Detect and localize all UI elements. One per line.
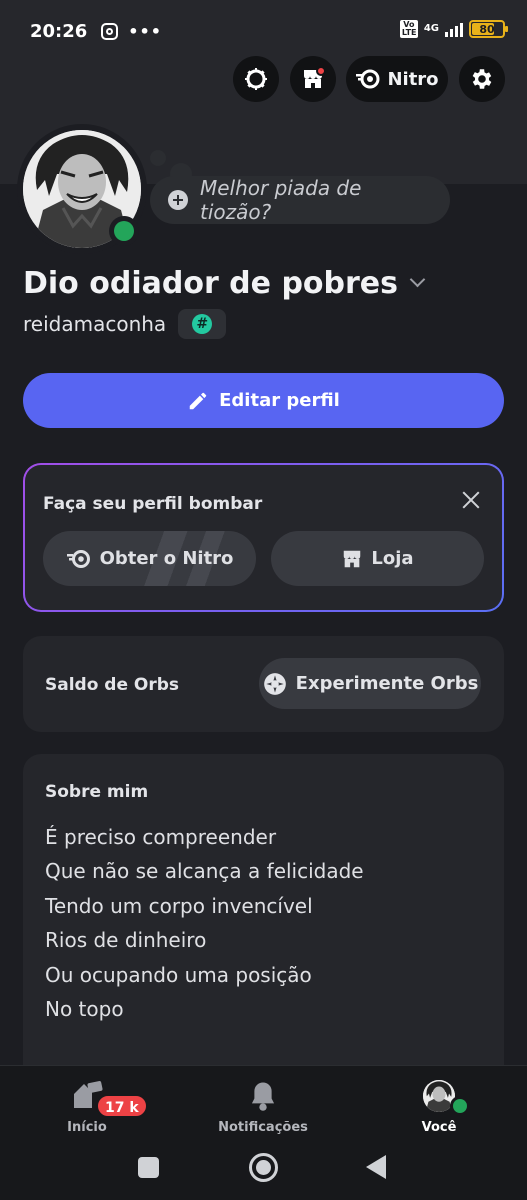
about-line: Rios de dinheiro	[45, 928, 207, 953]
custom-status-placeholder: Melhor piada de tiozão?	[200, 176, 362, 224]
shop-icon	[344, 550, 361, 567]
promo-title: Faça seu perfil bombar	[43, 494, 263, 514]
bottom-navigation: 17 k Início Notificações Você	[0, 1065, 527, 1200]
signal-icon	[445, 21, 463, 37]
recent-apps-icon[interactable]	[138, 1157, 159, 1178]
try-orbs-label: Experimente Orbs	[295, 673, 479, 694]
gear-icon	[472, 69, 492, 89]
display-name: Dio odiador de pobres	[23, 266, 398, 301]
nav-home-label: Início	[67, 1120, 107, 1135]
orbs-card: Saldo de Orbs Experimente Orbs	[23, 636, 504, 732]
instagram-icon	[101, 22, 119, 40]
back-icon[interactable]	[366, 1155, 386, 1179]
shop-pill-button[interactable]: Loja	[271, 531, 484, 586]
about-me-title: Sobre mim	[45, 782, 149, 802]
notification-dot	[316, 66, 326, 76]
about-line: No topo	[45, 997, 124, 1022]
nav-you-label: Você	[421, 1120, 457, 1135]
status-bar: 20:26 ••• Vo LTE 4G 80	[0, 0, 527, 62]
about-line: Ou ocupando uma posição	[45, 962, 312, 987]
username-row: reidamaconha #	[23, 309, 227, 339]
about-me-card: Sobre mim É preciso compreender Que não …	[23, 754, 504, 1094]
about-line: É preciso compreender	[45, 825, 277, 849]
network-type: 4G	[423, 23, 439, 34]
more-icon: •••	[128, 21, 162, 41]
close-icon[interactable]	[460, 489, 482, 511]
orbs-balance-label: Saldo de Orbs	[45, 675, 180, 695]
edit-profile-button[interactable]: Editar perfil	[23, 373, 504, 428]
battery-icon: 80	[469, 20, 508, 38]
shop-label: Loja	[371, 548, 414, 569]
system-navigation-bar	[0, 1141, 527, 1195]
nitro-button[interactable]: Nitro	[346, 56, 448, 102]
nav-notifications-label: Notificações	[218, 1120, 308, 1135]
nitro-label: Nitro	[387, 68, 439, 90]
get-nitro-label: Obter o Nitro	[99, 548, 234, 569]
quests-button[interactable]	[233, 56, 279, 102]
orb-icon	[263, 672, 286, 695]
unread-badge: 17 k	[96, 1094, 148, 1118]
thought-bubble-dot	[150, 150, 166, 166]
about-line: Que não se alcança a felicidade	[45, 859, 364, 884]
about-line: Tendo um corpo invencível	[45, 893, 313, 918]
chevron-down-icon[interactable]	[409, 271, 426, 288]
pencil-icon	[189, 392, 207, 409]
display-name-row[interactable]: Dio odiador de pobres	[23, 266, 426, 301]
status-time: 20:26	[30, 20, 88, 42]
username: reidamaconha	[23, 312, 167, 336]
battery-level: 80	[479, 22, 495, 36]
custom-status-bubble[interactable]: Melhor piada de tiozão?	[150, 176, 450, 224]
try-orbs-button[interactable]: Experimente Orbs	[259, 658, 481, 709]
hash-icon: #	[192, 314, 213, 334]
home-button-icon[interactable]	[249, 1153, 278, 1182]
online-status-indicator	[450, 1096, 470, 1116]
nitro-promo-card: Faça seu perfil bombar Obter o Nitro Loj…	[23, 463, 504, 612]
plus-circle-icon	[168, 190, 188, 210]
nitro-icon	[356, 69, 380, 89]
nitro-icon	[66, 549, 90, 568]
quests-icon	[245, 68, 267, 90]
profile-badge[interactable]: #	[178, 309, 227, 339]
bell-icon	[251, 1082, 275, 1111]
volte-icon: Vo LTE	[399, 20, 418, 38]
get-nitro-button[interactable]: Obter o Nitro	[43, 531, 256, 586]
about-me-text: É preciso compreender Que não se alcança…	[45, 820, 364, 1026]
settings-button[interactable]	[459, 56, 505, 102]
edit-profile-label: Editar perfil	[219, 390, 340, 411]
online-status-indicator	[109, 216, 139, 246]
shop-button[interactable]	[290, 56, 336, 102]
